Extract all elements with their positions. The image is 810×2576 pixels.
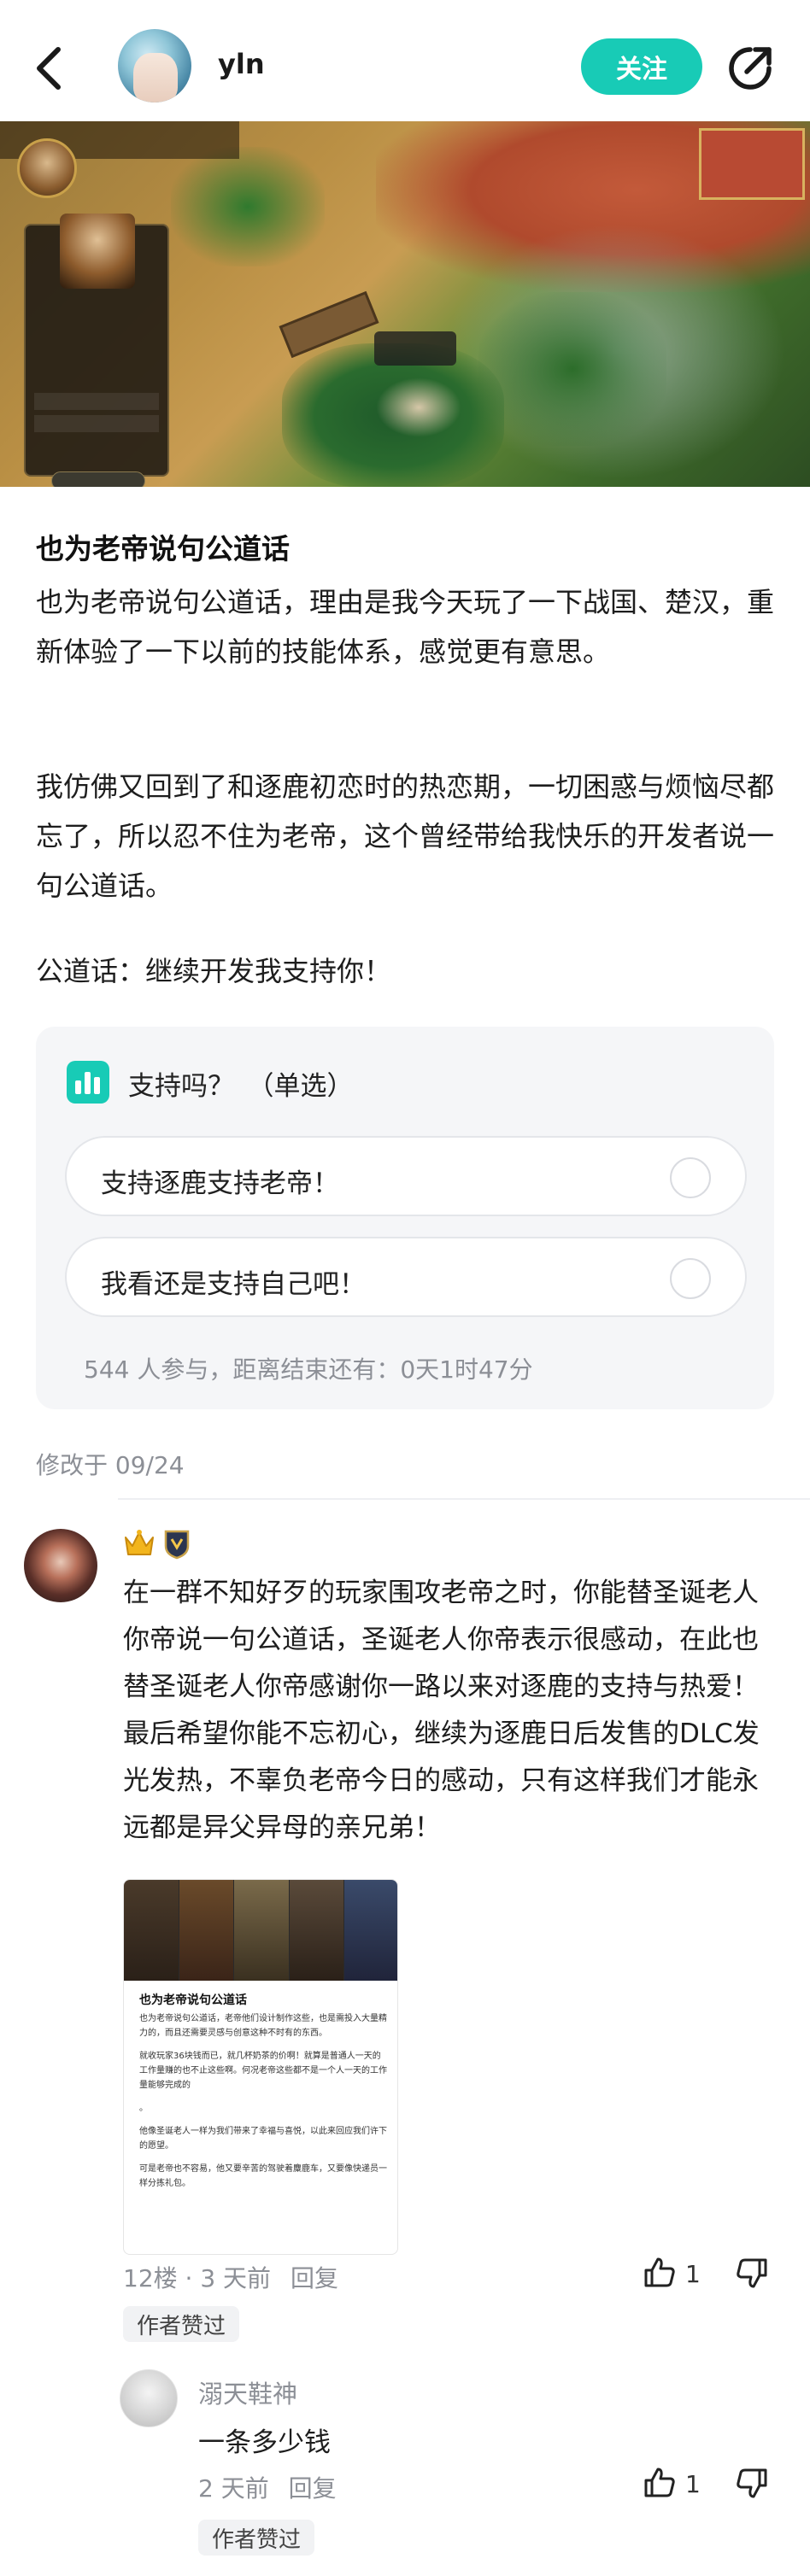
thumbs-up-icon[interactable]: [643, 2255, 677, 2289]
post-paragraph: 也为老帝说句公道话，理由是我今天玩了一下战国、楚汉，重新体验了一下以前的技能体系…: [36, 586, 775, 668]
divider: [118, 1498, 810, 1500]
post-paragraph: 我仿佛又回到了和逐鹿初恋时的热恋期，一切困惑与烦恼尽都忘了，所以忍不住为老帝，这…: [36, 770, 775, 902]
reply-button[interactable]: 回复: [289, 2474, 337, 2503]
comment-floor-time: 12楼 · 3 天前: [123, 2264, 272, 2292]
poll-option-label: 支持逐鹿支持老帝！: [101, 1168, 339, 1199]
chevron-left-icon: [37, 47, 61, 90]
post-image-game-map[interactable]: [0, 121, 810, 487]
poll-option[interactable]: 我看还是支持自己吧！: [65, 1237, 747, 1317]
crown-icon: [125, 1530, 154, 1555]
author-avatar[interactable]: [118, 29, 191, 102]
replier-name[interactable]: 溺天鞋神: [198, 2374, 297, 2410]
poll-question: 支持吗？ （单选）: [128, 1071, 354, 1102]
poll-option-label: 我看还是支持自己吧！: [101, 1269, 366, 1300]
like-count: 1: [685, 2260, 701, 2288]
commenter-avatar[interactable]: [24, 1529, 97, 1602]
poll-option[interactable]: 支持逐鹿支持老帝！: [65, 1136, 747, 1216]
comment-image-title: 也为老帝说句公道话: [139, 1993, 247, 2007]
follow-button[interactable]: 关注: [581, 38, 702, 95]
reply-text: 一条多少钱: [198, 2427, 331, 2458]
thumbs-down-icon[interactable]: [735, 2467, 769, 2501]
comment-image-body: 也为老帝说句公道话，老帝他们设计制作这些，也是需投入大量精力的，而且还需要灵感与…: [139, 2014, 387, 2188]
reply-button[interactable]: 回复: [291, 2264, 338, 2292]
share-button[interactable]: [725, 43, 776, 94]
radio-circle-icon[interactable]: [670, 1157, 711, 1198]
thumbs-up-icon[interactable]: [643, 2465, 677, 2499]
modified-date: 修改于 09/24: [36, 1451, 185, 1479]
comment-meta: 12楼 · 3 天前 回复: [123, 2260, 338, 2294]
poll-stats: 544 人参与，距离结束还有：0天1时47分: [84, 1355, 533, 1384]
poll-card: 支持吗？ （单选） 支持逐鹿支持老帝！ 我看还是支持自己吧！ 544 人参与，距…: [36, 1027, 774, 1409]
back-button[interactable]: [34, 43, 85, 94]
thumbs-down-icon[interactable]: [735, 2257, 769, 2291]
post-title: 也为老帝说句公道话: [36, 532, 290, 565]
comment-image[interactable]: 也为老帝说句公道话 也为老帝说句公道话，老帝他们设计制作这些，也是需投入大量精力…: [123, 1879, 398, 2255]
author-username[interactable]: yln: [218, 48, 265, 80]
like-count: 1: [685, 2470, 701, 2498]
author-liked-badge: 作者赞过: [198, 2520, 315, 2556]
top-bar: yln 关注: [0, 0, 810, 128]
post-paragraph: 公道话：继续开发我支持你！: [36, 955, 392, 987]
reply-time: 2 天前: [198, 2474, 269, 2503]
radio-circle-icon[interactable]: [670, 1258, 711, 1299]
comment-text: 在一群不知好歹的玩家围攻老帝之时，你能替圣诞老人你帝说一句公道话，圣诞老人你帝表…: [123, 1578, 760, 1843]
share-icon: [729, 47, 772, 90]
reply-meta: 2 天前 回复: [198, 2470, 337, 2504]
shield-badge-icon: [164, 1530, 190, 1560]
bar-chart-icon: [67, 1061, 109, 1104]
author-liked-badge: 作者赞过: [123, 2306, 240, 2342]
replier-avatar[interactable]: [120, 2369, 178, 2427]
